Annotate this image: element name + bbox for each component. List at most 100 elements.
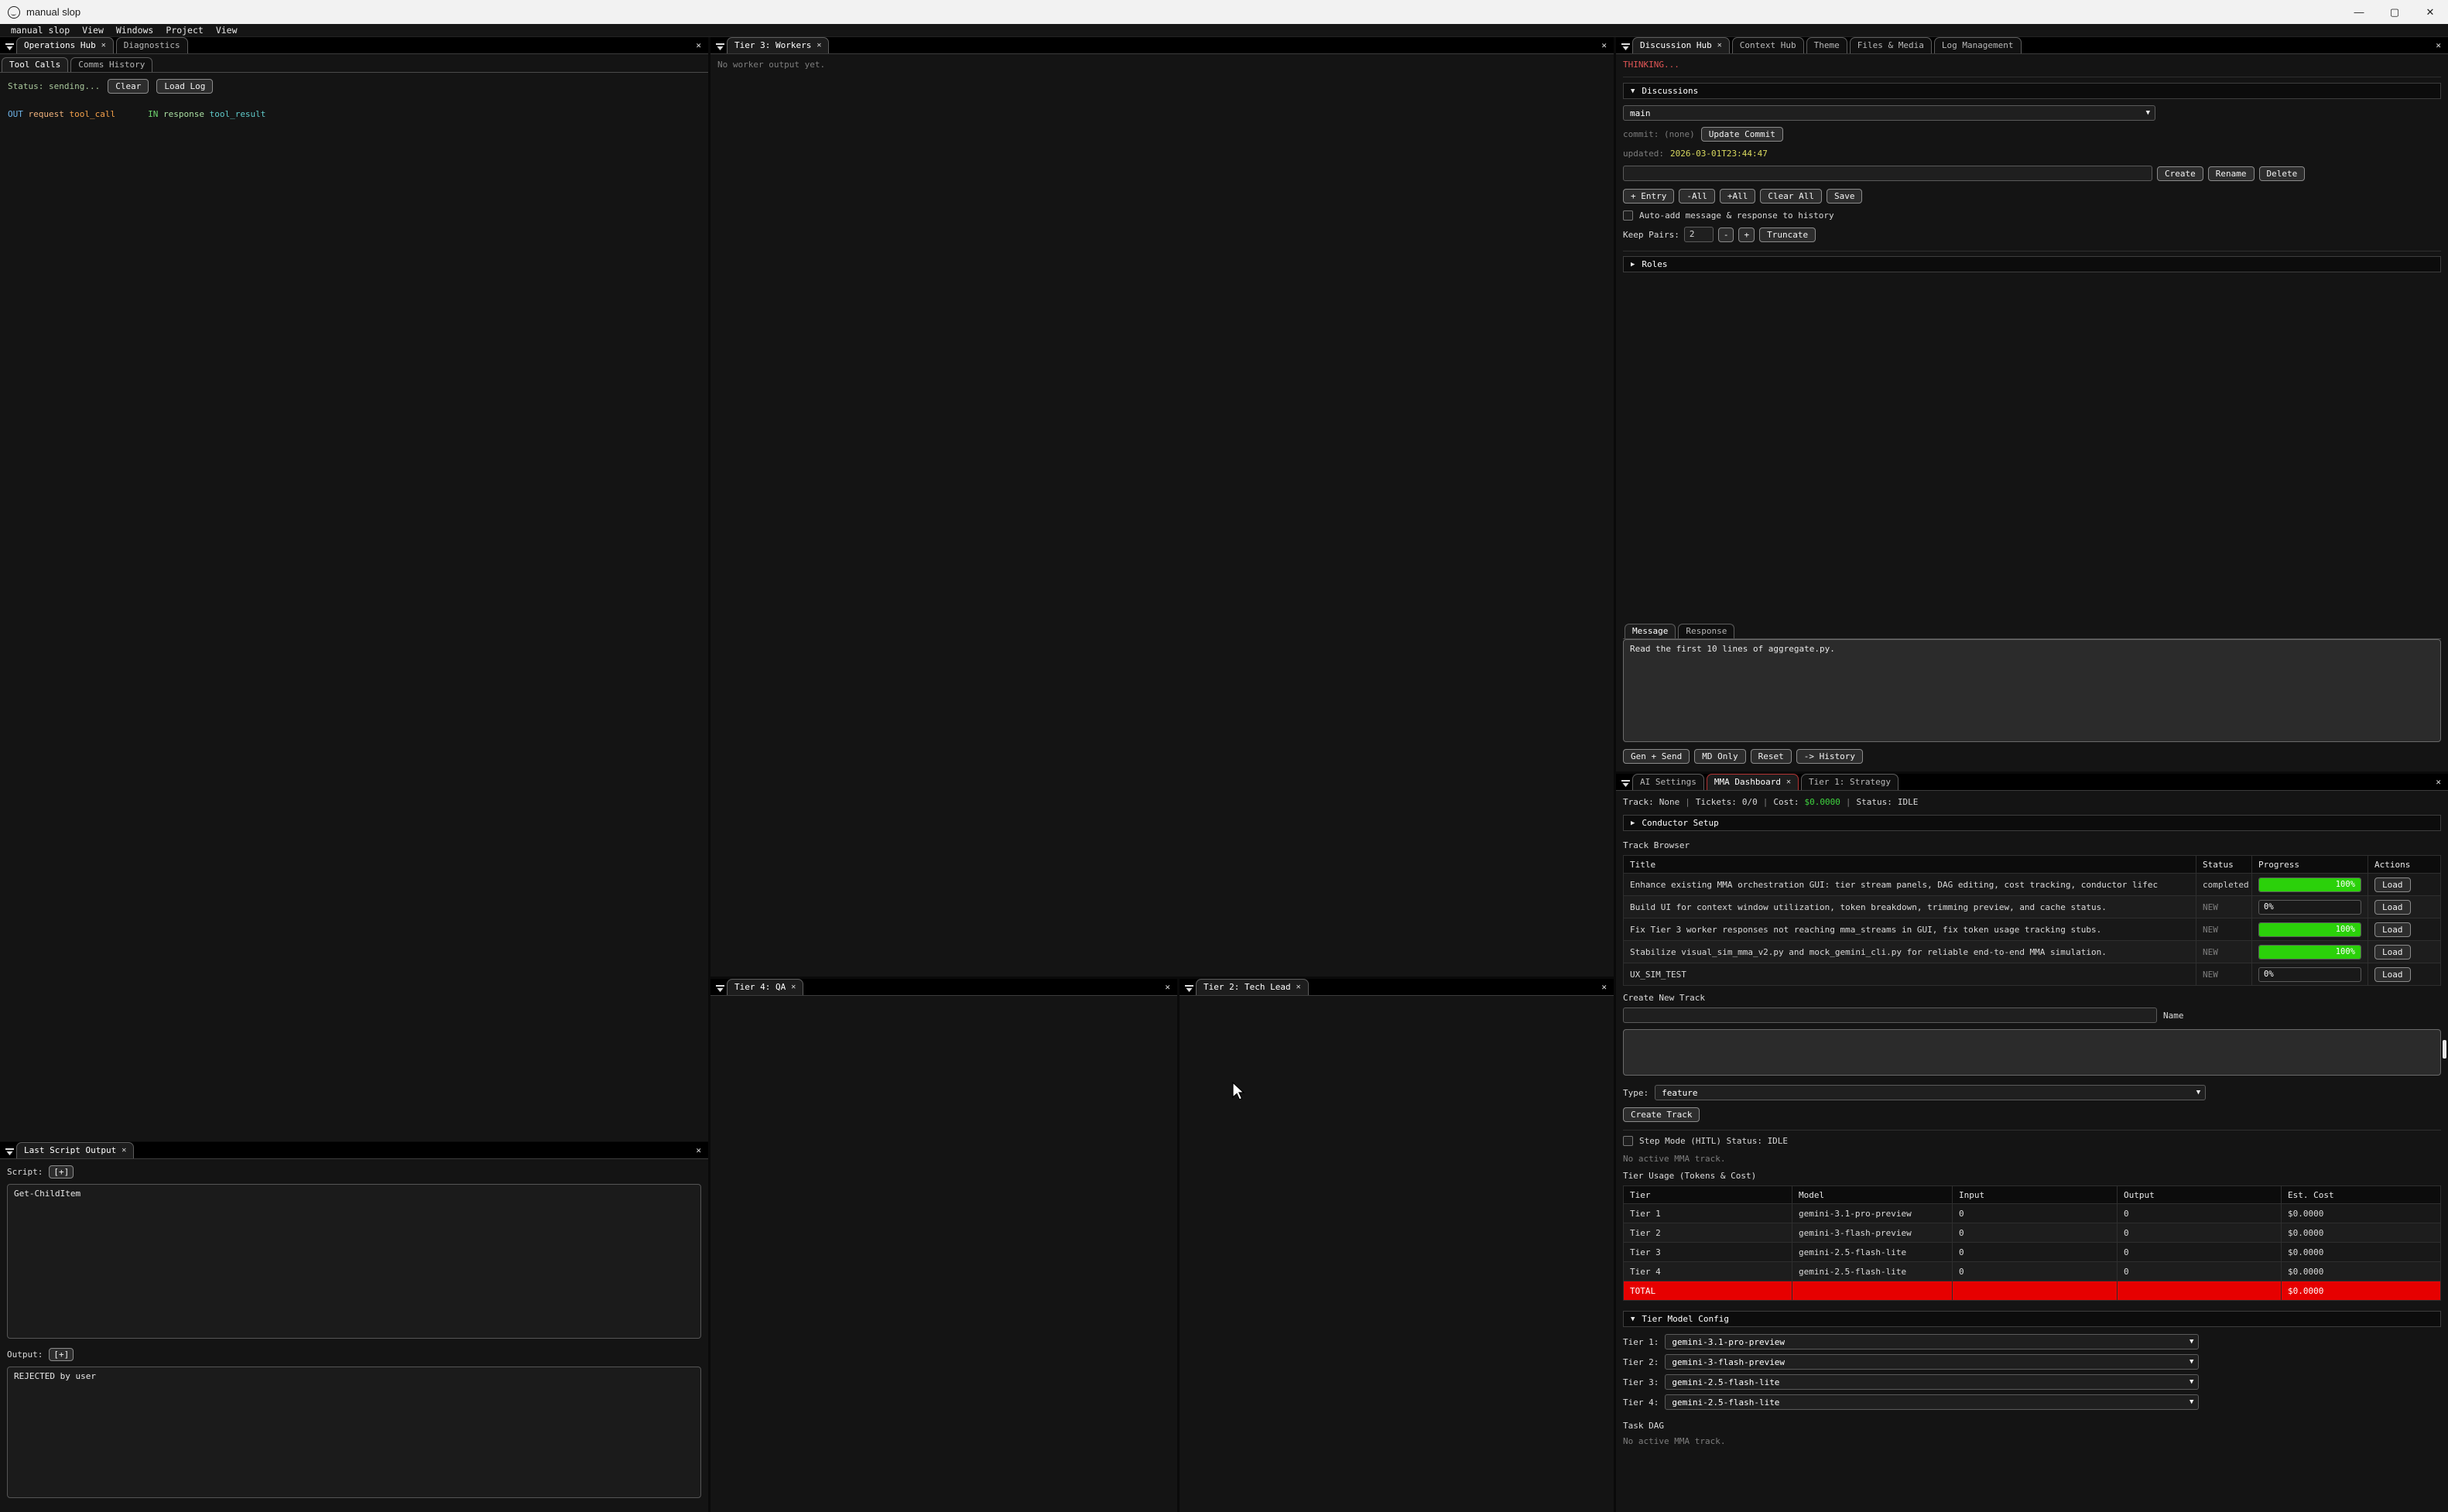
close-icon[interactable]: ✕: [1296, 983, 1301, 991]
create-track-button[interactable]: Create Track: [1623, 1107, 1700, 1122]
tab-log-management[interactable]: Log Management: [1934, 37, 2022, 53]
menu-view-1[interactable]: View: [76, 25, 110, 36]
menu-manual-slop[interactable]: manual slop: [5, 25, 76, 36]
load-button[interactable]: Load: [2374, 945, 2411, 960]
table-row[interactable]: Enhance existing MMA orchestration GUI: …: [1624, 874, 2441, 896]
create-discussion-button[interactable]: Create: [2157, 166, 2203, 181]
table-row[interactable]: Fix Tier 3 worker responses not reaching…: [1624, 918, 2441, 941]
close-icon[interactable]: ✕: [1786, 778, 1791, 786]
conductor-setup-header[interactable]: ▶ Conductor Setup: [1623, 815, 2441, 831]
tab-tier1-strategy[interactable]: Tier 1: Strategy: [1801, 774, 1898, 790]
menu-view-2[interactable]: View: [210, 25, 244, 36]
tab-theme[interactable]: Theme: [1806, 37, 1847, 53]
tab-comms-history[interactable]: Comms History: [70, 57, 152, 72]
table-row[interactable]: Build UI for context window utilization,…: [1624, 896, 2441, 918]
table-row[interactable]: Stabilize visual_sim_mma_v2.py and mock_…: [1624, 941, 2441, 963]
collapse-all-button[interactable]: -All: [1679, 189, 1715, 204]
add-entry-button[interactable]: + Entry: [1623, 189, 1674, 204]
close-icon[interactable]: ✕: [817, 41, 821, 50]
dock-menu-icon[interactable]: [1618, 776, 1632, 790]
dock-menu-icon[interactable]: [1182, 981, 1196, 995]
tier-model-config-header[interactable]: ▼ Tier Model Config: [1623, 1311, 2441, 1327]
dock-menu-icon[interactable]: [1618, 39, 1632, 53]
tab-mma-dashboard[interactable]: MMA Dashboard ✕: [1707, 774, 1799, 790]
table-row[interactable]: UX_SIM_TEST NEW 0% Load: [1624, 963, 2441, 986]
tier4-model-select[interactable]: gemini-2.5-flash-lite ▼: [1665, 1394, 2199, 1410]
tab-tool-calls[interactable]: Tool Calls: [2, 57, 68, 72]
track-description-textarea[interactable]: [1623, 1029, 2441, 1076]
panel-close-icon[interactable]: ✕: [696, 1145, 701, 1155]
tab-files-media[interactable]: Files & Media: [1850, 37, 1932, 53]
tab-context-hub[interactable]: Context Hub: [1732, 37, 1804, 53]
close-icon[interactable]: ✕: [791, 983, 796, 991]
close-button[interactable]: ✕: [2412, 0, 2448, 24]
load-log-button[interactable]: Load Log: [156, 79, 213, 94]
clear-button[interactable]: Clear: [108, 79, 149, 94]
md-only-button[interactable]: MD Only: [1694, 749, 1745, 764]
tab-tier3-workers[interactable]: Tier 3: Workers ✕: [727, 37, 829, 53]
dock-menu-icon[interactable]: [713, 39, 727, 53]
close-icon[interactable]: ✕: [101, 41, 106, 50]
roles-section-header[interactable]: ▶ Roles: [1623, 256, 2441, 272]
load-button[interactable]: Load: [2374, 967, 2411, 982]
decrement-button[interactable]: -: [1718, 227, 1734, 242]
maximize-button[interactable]: ▢: [2377, 0, 2412, 24]
panel-close-icon[interactable]: ✕: [1165, 982, 1170, 992]
truncate-button[interactable]: Truncate: [1759, 227, 1816, 242]
tab-diagnostics[interactable]: Diagnostics: [116, 37, 188, 53]
step-mode-checkbox[interactable]: [1623, 1136, 1633, 1146]
panel-close-icon[interactable]: ✕: [1601, 982, 1607, 992]
discussion-select[interactable]: main ▼: [1623, 105, 2155, 121]
discussions-section-header[interactable]: ▼ Discussions: [1623, 83, 2441, 99]
tier2-model-select[interactable]: gemini-3-flash-preview ▼: [1665, 1354, 2199, 1370]
tab-ai-settings[interactable]: AI Settings: [1632, 774, 1704, 790]
tool-call-log-row[interactable]: OUT request tool_call IN response tool_r…: [0, 94, 708, 119]
panel-close-icon[interactable]: ✕: [2436, 40, 2441, 50]
minimize-button[interactable]: —: [2341, 0, 2377, 24]
increment-button[interactable]: +: [1738, 227, 1755, 242]
panel-close-icon[interactable]: ✕: [696, 40, 701, 50]
track-type-select[interactable]: feature ▼: [1655, 1085, 2206, 1100]
dock-menu-icon[interactable]: [713, 981, 727, 995]
save-button[interactable]: Save: [1827, 189, 1863, 204]
script-expand-button[interactable]: [+]: [49, 1165, 74, 1178]
output-expand-button[interactable]: [+]: [49, 1348, 74, 1361]
tab-operations-hub[interactable]: Operations Hub ✕: [16, 37, 114, 53]
panel-close-icon[interactable]: ✕: [1601, 40, 1607, 50]
dock-menu-icon[interactable]: [2, 1144, 16, 1158]
dock-menu-icon[interactable]: [2, 39, 16, 53]
load-button[interactable]: Load: [2374, 922, 2411, 937]
scrollbar-thumb[interactable]: [2443, 1040, 2446, 1059]
track-name-input[interactable]: [1623, 1007, 2157, 1023]
load-button[interactable]: Load: [2374, 900, 2411, 915]
tab-tier2-tech-lead[interactable]: Tier 2: Tech Lead ✕: [1196, 979, 1309, 995]
rename-discussion-button[interactable]: Rename: [2208, 166, 2255, 181]
close-icon[interactable]: ✕: [1717, 41, 1722, 50]
output-content-box[interactable]: REJECTED by user: [7, 1367, 701, 1498]
close-icon[interactable]: ✕: [122, 1146, 126, 1155]
load-button[interactable]: Load: [2374, 877, 2411, 892]
discussion-name-input[interactable]: [1623, 166, 2152, 181]
message-textarea[interactable]: Read the first 10 lines of aggregate.py.: [1623, 639, 2441, 742]
tab-last-script-output[interactable]: Last Script Output ✕: [16, 1142, 134, 1158]
tier1-model-select[interactable]: gemini-3.1-pro-preview ▼: [1665, 1334, 2199, 1350]
expand-all-button[interactable]: +All: [1720, 189, 1756, 204]
tab-tier4-qa[interactable]: Tier 4: QA ✕: [727, 979, 803, 995]
to-history-button[interactable]: -> History: [1796, 749, 1863, 764]
tier3-model-select[interactable]: gemini-2.5-flash-lite ▼: [1665, 1374, 2199, 1390]
menu-windows[interactable]: Windows: [110, 25, 159, 36]
reset-button[interactable]: Reset: [1751, 749, 1792, 764]
tab-response[interactable]: Response: [1678, 624, 1734, 638]
delete-discussion-button[interactable]: Delete: [2259, 166, 2306, 181]
script-content-box[interactable]: Get-ChildItem: [7, 1184, 701, 1339]
keep-pairs-input[interactable]: 2: [1684, 227, 1714, 242]
panel-close-icon[interactable]: ✕: [2436, 777, 2441, 787]
update-commit-button[interactable]: Update Commit: [1701, 127, 1783, 142]
tab-discussion-hub[interactable]: Discussion Hub ✕: [1632, 37, 1730, 53]
autoadd-checkbox[interactable]: [1623, 210, 1633, 221]
gen-send-button[interactable]: Gen + Send: [1623, 749, 1690, 764]
menu-project[interactable]: Project: [159, 25, 209, 36]
clear-all-button[interactable]: Clear All: [1760, 189, 1822, 204]
track-title: Stabilize visual_sim_mma_v2.py and mock_…: [1624, 941, 2196, 963]
tab-message[interactable]: Message: [1625, 624, 1676, 638]
